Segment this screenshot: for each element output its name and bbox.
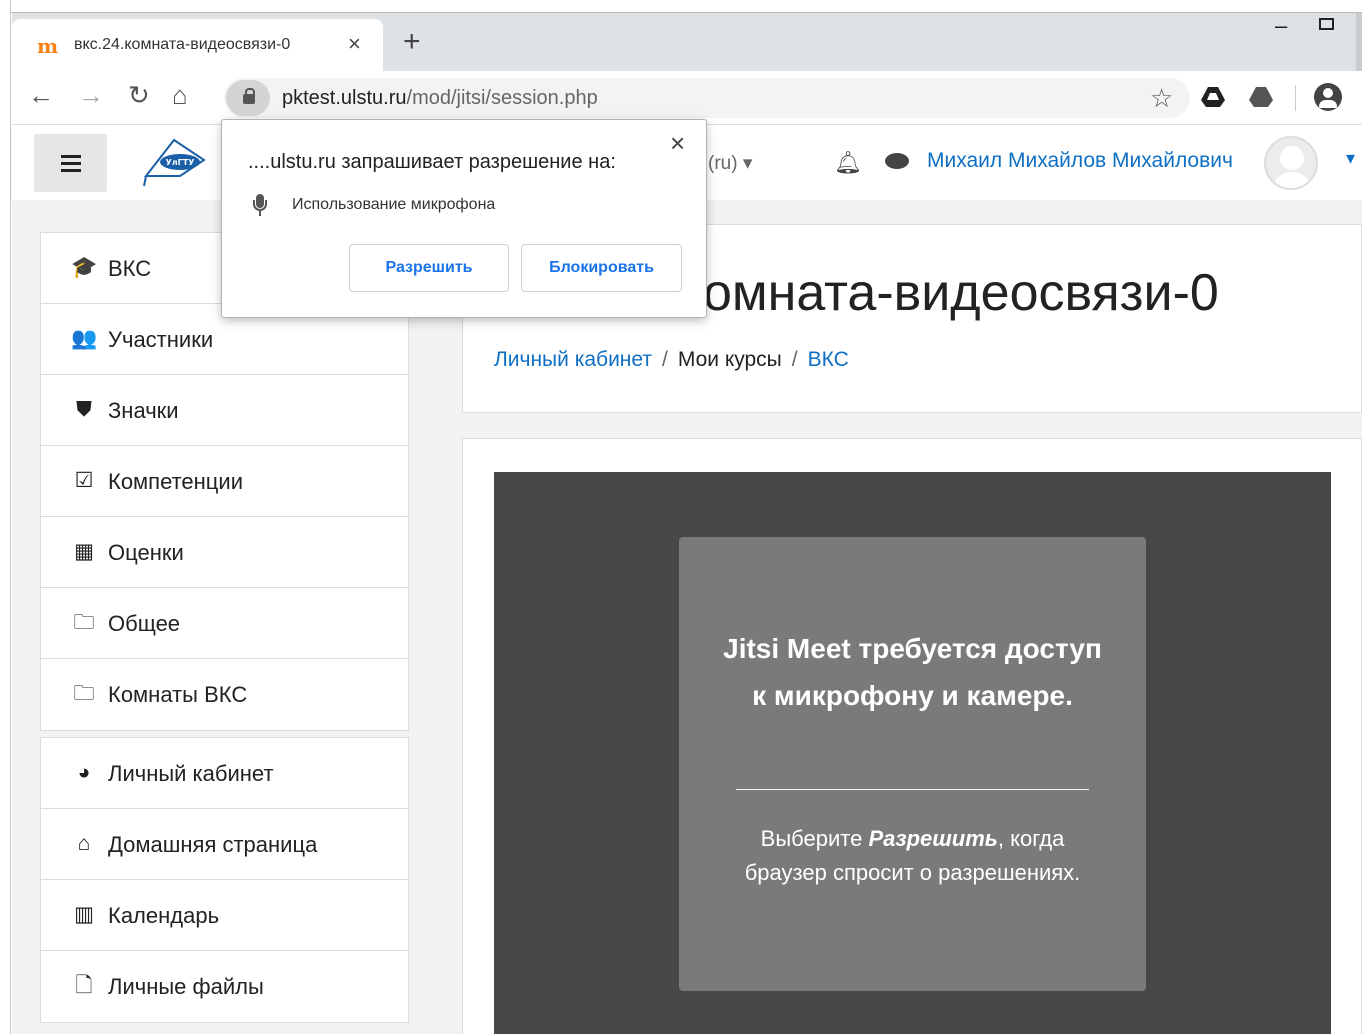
breadcrumb-my-courses: Мои курсы [677, 348, 782, 371]
sidebar-item-label: Личный кабинет [108, 761, 274, 786]
table-icon: ▦ [74, 540, 94, 563]
jitsi-meet-frame[interactable]: Jitsi Meet требуется доступ к микрофону … [494, 472, 1331, 1034]
messages-chat-icon[interactable] [885, 153, 909, 169]
breadcrumb-separator: / [662, 348, 668, 371]
language-menu[interactable]: (ru) ▾ [708, 152, 752, 175]
home-icon[interactable]: ⌂ [172, 82, 188, 108]
hamburger-line [61, 155, 81, 158]
file-icon: 🗋 [75, 974, 93, 997]
minimize-button[interactable]: – [1275, 13, 1287, 39]
user-avatar[interactable] [1264, 136, 1318, 190]
jitsi-permission-notice: Jitsi Meet требуется доступ к микрофону … [679, 537, 1146, 991]
address-url[interactable]: pktest.ulstu.ru/mod/jitsi/session.php [282, 87, 598, 110]
address-bar[interactable]: pktest.ulstu.ru/mod/jitsi/session.php ☆ [224, 78, 1190, 118]
shield-icon: ⛊ [76, 398, 92, 421]
user-menu-name[interactable]: Михаил Михайлов Михайлович [927, 149, 1233, 173]
window-frame-left [0, 0, 11, 1034]
jitsi-body-emphasis: Разрешить [868, 826, 998, 851]
hamburger-line [61, 169, 81, 172]
breadcrumb-dashboard-link[interactable]: Личный кабинет [494, 348, 652, 371]
sidebar-item-competencies[interactable]: ☑ Компетенции [41, 446, 408, 517]
back-icon[interactable]: ← [28, 82, 54, 108]
users-icon: 👥 [71, 327, 98, 350]
allow-button[interactable]: Разрешить [349, 244, 509, 292]
calendar-icon: ▥ [74, 903, 94, 926]
url-host: pktest.ulstu.ru [282, 87, 407, 109]
page-body: 🎓 ВКС 👥 Участники ⛊ Значки ☑ Компетенции… [12, 200, 1362, 1034]
toolbar-separator [1295, 85, 1296, 111]
sidebar-item-label: Комнаты ВКС [108, 682, 248, 707]
window-scroll-strip [1356, 13, 1362, 71]
breadcrumb: Личный кабинет / Мои курсы / ВКС [494, 348, 849, 372]
sidebar-item-dashboard[interactable]: ◕ Личный кабинет [41, 738, 408, 809]
sidebar-item-grades[interactable]: ▦ Оценки [41, 517, 408, 588]
sidebar-item-label: Календарь [108, 903, 220, 928]
new-tab-button[interactable]: + [403, 27, 421, 57]
page-title: омната-видеосвязи-0 [703, 264, 1219, 322]
permission-item-microphone: Использование микрофона [292, 196, 496, 213]
language-caret-icon: ▾ [742, 153, 753, 174]
sidebar-item-private-files[interactable]: 🗋 Личные файлы [41, 951, 408, 1022]
drive-extension-icon[interactable] [1200, 85, 1226, 109]
sidebar-item-label: Участники [108, 327, 214, 352]
browser-toolbar: ← → ↻ ⌂ pktest.ulstu.ru/mod/jitsi/sessio… [12, 71, 1362, 125]
folder-icon: 🗀 [73, 611, 95, 634]
sidebar-item-vks-rooms[interactable]: 🗀 Комнаты ВКС [41, 659, 408, 730]
tab-title: вкс.24.комната-видеосвязи-0 [74, 36, 291, 53]
folder-icon: 🗀 [73, 682, 95, 705]
language-label: (ru) [708, 153, 738, 174]
tab-strip: m вкс.24.комната-видеосвязи-0 × + – [12, 13, 1362, 71]
jitsi-notice-divider [736, 789, 1089, 790]
site-logo[interactable]: УлГТУ [138, 136, 210, 188]
dashboard-icon: ◕ [77, 761, 91, 784]
breadcrumb-vks-link[interactable]: ВКС [808, 348, 849, 371]
sidebar-item-label: Общее [108, 611, 181, 636]
forward-icon[interactable]: → [78, 82, 104, 108]
lock-icon[interactable] [226, 80, 270, 116]
bookmark-star-icon[interactable]: ☆ [1150, 83, 1173, 114]
profile-icon[interactable] [1314, 83, 1342, 111]
reload-icon[interactable]: ↻ [128, 82, 150, 108]
breadcrumb-separator: / [791, 348, 798, 371]
block-button[interactable]: Блокировать [521, 244, 682, 292]
sidebar-item-home[interactable]: ⌂ Домашняя страница [41, 809, 408, 880]
drive-extension-2-icon[interactable] [1248, 85, 1274, 109]
sidebar-item-badges[interactable]: ⛊ Значки [41, 375, 408, 446]
sidebar-item-label: Оценки [108, 540, 184, 565]
hamburger-line [61, 162, 81, 165]
check-square-icon: ☑ [74, 469, 94, 492]
sidebar-item-label: Значки [108, 398, 179, 423]
jitsi-notice-body: Выберите Разрешить, когда браузер спроси… [719, 822, 1106, 890]
microphone-icon [253, 194, 267, 222]
notifications-bell-icon[interactable]: 🔔︎ [834, 150, 862, 176]
sidebar-item-label: Личные файлы [108, 974, 264, 999]
browser-tab[interactable]: m вкс.24.комната-видеосвязи-0 × [12, 19, 383, 71]
sidebar-item-general[interactable]: 🗀 Общее [41, 588, 408, 659]
jitsi-notice-heading: Jitsi Meet требуется доступ к микрофону … [723, 633, 1102, 711]
permission-dialog: ....ulstu.ru запрашивает разрешение на: … [221, 119, 707, 318]
sidebar-item-label: ВКС [108, 256, 152, 281]
sidebar-item-label: Компетенции [108, 469, 243, 494]
jitsi-body-prefix: Выберите [760, 826, 869, 851]
svg-text:УлГТУ: УлГТУ [166, 158, 195, 167]
moodle-favicon-icon: m [37, 34, 59, 58]
sidebar-item-label: Домашняя страница [108, 832, 318, 857]
menu-toggle-button[interactable] [34, 134, 107, 192]
tab-close-icon[interactable]: × [348, 31, 361, 57]
url-path: /mod/jitsi/session.php [406, 87, 598, 109]
user-menu-caret-icon[interactable]: ▾ [1346, 148, 1355, 169]
window-frame-top [0, 0, 1362, 12]
close-icon[interactable]: × [670, 130, 685, 156]
graduation-cap-icon: 🎓 [71, 256, 98, 279]
permission-dialog-title: ....ulstu.ru запрашивает разрешение на: [248, 151, 616, 173]
sidebar-item-calendar[interactable]: ▥ Календарь [41, 880, 408, 951]
main-content: Jitsi Meet требуется доступ к микрофону … [462, 438, 1362, 1034]
site-nav-block: ◕ Личный кабинет ⌂ Домашняя страница ▥ К… [40, 737, 409, 1023]
home-icon: ⌂ [77, 832, 91, 855]
maximize-button[interactable] [1319, 18, 1334, 30]
